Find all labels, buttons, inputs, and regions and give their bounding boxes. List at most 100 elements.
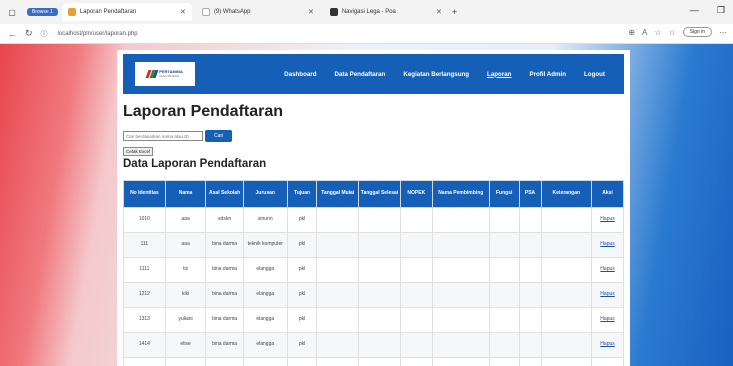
table-cell <box>358 232 401 258</box>
table-title: Data Laporan Pendaftaran <box>123 158 267 170</box>
col-header: Asal Sekolah <box>205 180 244 208</box>
delete-link[interactable]: Hapus <box>600 241 614 247</box>
action-cell: Hapus <box>591 232 624 258</box>
table-cell <box>399 332 433 358</box>
col-header: Tanggal Selesai <box>358 180 401 208</box>
col-header: Nama Pembimbing <box>431 180 490 208</box>
table-row: 1212 kiki bina darma elangga pkl Hapus <box>123 282 624 308</box>
table-cell <box>399 257 433 283</box>
pertamina-logo-icon <box>145 70 159 78</box>
table-cell <box>518 207 542 233</box>
table-cell <box>540 207 593 233</box>
table-cell: elise <box>164 332 207 358</box>
window-menu-icon[interactable]: ▢ <box>5 5 19 19</box>
table-cell <box>518 332 542 358</box>
browser-tab-third[interactable]: Navigasi Lega - Poa ✕ <box>324 3 448 21</box>
delete-link[interactable]: Hapus <box>600 291 614 297</box>
col-header: Aksi <box>591 180 624 208</box>
table-cell: pkl <box>286 332 318 358</box>
tab-close-icon[interactable]: ✕ <box>436 8 442 16</box>
action-cell: Hapus <box>591 207 624 233</box>
browser-tab-active[interactable]: Laporan Pendaftaran ✕ <box>61 3 192 21</box>
table-cell <box>358 282 401 308</box>
action-cell: Hapus <box>591 307 624 333</box>
table-cell: aaa <box>164 232 207 258</box>
table-cell <box>316 307 360 333</box>
table-cell <box>518 232 542 258</box>
table-cell <box>488 357 520 366</box>
table-cell <box>540 357 593 366</box>
table-cell <box>540 232 593 258</box>
delete-link[interactable]: Hapus <box>600 341 614 347</box>
table-cell <box>518 257 542 283</box>
browser-tab-bar: ▢ Browse 1 Laporan Pendaftaran ✕ (9) Wha… <box>0 0 733 24</box>
favorites-icon[interactable]: ☆ <box>669 28 676 37</box>
delete-link[interactable]: Hapus <box>600 316 614 322</box>
back-arrow-icon[interactable]: ← <box>8 29 17 39</box>
tab-close-icon[interactable]: ✕ <box>308 8 314 16</box>
tab-close-icon[interactable]: ✕ <box>180 8 186 16</box>
table-row: 1111 tiz bina darma elangga pkl Hapus <box>123 257 624 283</box>
table-cell: pkl <box>286 307 318 333</box>
table-cell <box>488 232 520 258</box>
restore-icon[interactable]: ❐ <box>717 5 725 16</box>
table-body: 1010 aaa sdskn sinunn pkl Hapus 111 aaa bina dar… <box>123 207 624 366</box>
table-cell: bina darma <box>205 232 244 258</box>
search-input[interactable] <box>123 131 203 141</box>
delete-link[interactable]: Hapus <box>600 266 614 272</box>
minimize-icon[interactable]: — <box>690 5 699 16</box>
nav-profil-admin[interactable]: Profil Admin <box>520 54 575 94</box>
table-cell <box>431 282 490 308</box>
table-cell <box>316 257 360 283</box>
pertamina-logo[interactable]: PERTAMINA HULU ROKAN <box>135 62 195 86</box>
table-cell <box>358 207 401 233</box>
nav-logout[interactable]: Logout <box>575 54 614 94</box>
info-icon[interactable]: ⓘ <box>41 29 48 39</box>
nav-laporan[interactable]: Laporan <box>478 54 520 94</box>
table-cell: elangga <box>242 307 288 333</box>
table-cell <box>518 357 542 366</box>
table-cell <box>540 307 593 333</box>
print-excel-button[interactable]: Cetak Excel <box>123 147 154 156</box>
sign-in-button[interactable]: Sign in <box>682 27 712 37</box>
table-cell <box>518 307 542 333</box>
delete-link[interactable]: Hapus <box>600 216 614 222</box>
table-cell: bina darma <box>205 307 244 333</box>
top-navbar: PERTAMINA HULU ROKAN Dashboard Data Pend… <box>123 54 624 94</box>
table-cell: sinunn <box>242 207 288 233</box>
table-cell <box>518 282 542 308</box>
table-cell <box>488 207 520 233</box>
nav-data-pendaftaran[interactable]: Data Pendaftaran <box>325 54 394 94</box>
nav-dashboard[interactable]: Dashboard <box>275 54 325 94</box>
new-tab-icon[interactable]: + <box>452 7 457 17</box>
profile-chip[interactable]: Browse 1 <box>27 8 58 16</box>
nav-kegiatan-berlangsung[interactable]: Kegiatan Berlangsung <box>394 54 478 94</box>
action-cell: Hapus <box>591 357 624 366</box>
table-cell: bina darma <box>205 332 244 358</box>
table-row: 111 aaa bina darma teknik komputer pkl Hapus <box>123 232 624 258</box>
table-cell <box>358 332 401 358</box>
action-cell: Hapus <box>591 332 624 358</box>
tab-favicon-icon <box>329 8 338 16</box>
url-field[interactable]: localhost/pln/user/laporan.php <box>58 31 138 37</box>
col-header: Keterangan <box>540 180 593 208</box>
col-header: Fungsi <box>488 180 520 208</box>
more-options-icon[interactable]: ⋯ <box>719 28 727 37</box>
table-cell <box>488 332 520 358</box>
table-cell: 1313 <box>123 307 166 333</box>
whatsapp-favicon-icon <box>201 8 210 16</box>
window-controls: — ❐ <box>690 5 725 16</box>
table-cell: 111 <box>123 232 166 258</box>
read-aloud-icon[interactable]: A <box>642 28 647 37</box>
table-cell <box>316 207 360 233</box>
table-row: 1515septibina darmaelanggapkl Hapus <box>123 357 624 366</box>
reload-icon[interactable]: ↻ <box>25 28 33 39</box>
action-cell: Hapus <box>591 282 624 308</box>
browser-tab-whatsapp[interactable]: (9) WhatsApp ✕ <box>196 3 320 21</box>
zoom-icon[interactable]: ⊕ <box>628 28 635 37</box>
table-row: 1414 elise bina darma elangga pkl Hapus <box>123 332 624 358</box>
search-button[interactable]: Cari <box>205 130 233 142</box>
favorite-star-icon[interactable]: ☆ <box>654 28 661 37</box>
table-cell: pkl <box>286 232 318 258</box>
logo-subtext: HULU ROKAN <box>159 73 179 78</box>
